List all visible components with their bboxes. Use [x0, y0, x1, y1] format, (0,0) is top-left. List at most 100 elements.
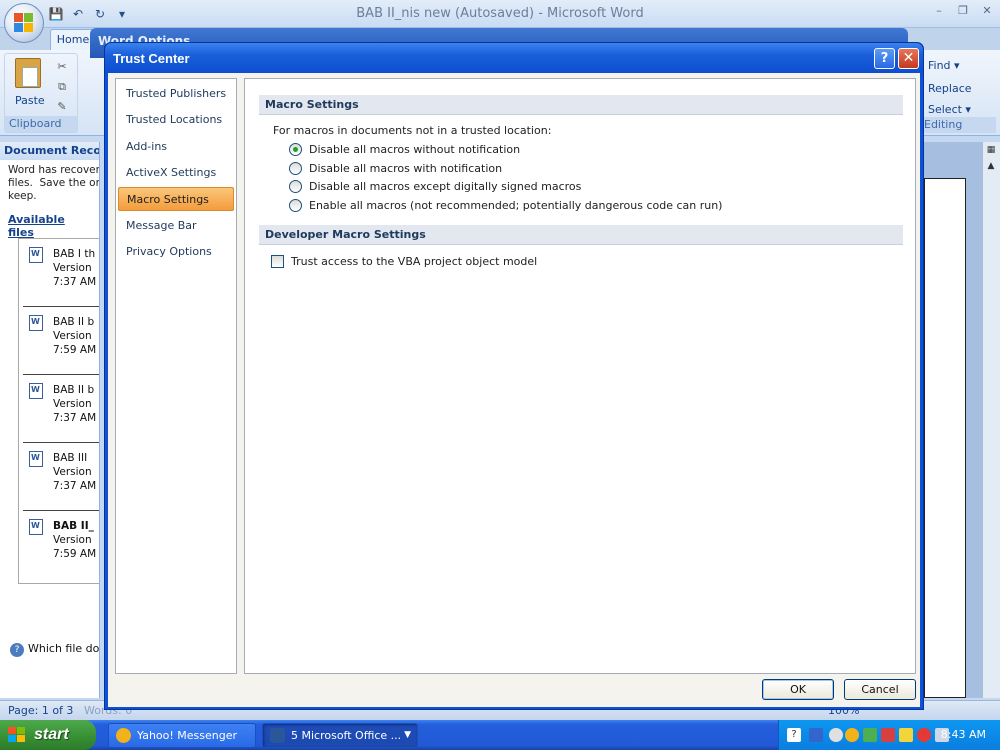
list-item[interactable]: BAB III Version 7:37 AM [23, 443, 99, 511]
task-label[interactable]: Yahoo! Messenger [137, 729, 237, 742]
format-painter-icon[interactable]: ✎ [55, 100, 69, 114]
radio-button[interactable] [289, 179, 302, 193]
word-document-icon [29, 247, 43, 263]
word-titlebar: 💾 ↶ ↻ ▾ BAB II_nis new (Autosaved) - Mic… [0, 0, 1000, 28]
radio-label[interactable]: Disable all macros except digitally sign… [309, 180, 581, 193]
list-item[interactable]: BAB II b Version 7:37 AM [23, 375, 99, 443]
start-label[interactable]: start [34, 726, 69, 743]
start-button[interactable]: start [0, 720, 96, 750]
radio-button[interactable] [289, 142, 302, 156]
file-time: 7:37 AM [53, 480, 97, 492]
file-version: Version [53, 262, 92, 274]
clipboard-small-buttons: ✂ ⧉ ✎ [55, 60, 69, 114]
ok-button[interactable]: OK [762, 679, 834, 700]
recovery-message: Word has recovered files. Save the ones … [8, 164, 100, 202]
window-title: BAB II_nis new (Autosaved) - Microsoft W… [356, 6, 644, 21]
macro-settings-heading: Macro Settings [259, 95, 903, 115]
taskbar: start Yahoo! Messenger 5 Microsoft Offic… [0, 720, 1000, 750]
trust-center-dialog: Trust Center ? ✕ Trusted Publishers Trus… [104, 42, 924, 710]
recovered-files-list: BAB I th Version 7:37 AM BAB II b Version 7:… [18, 238, 99, 584]
radio-label[interactable]: Disable all macros with notification [309, 162, 502, 175]
dialog-title: Trust Center [113, 51, 190, 66]
messenger-icon[interactable] [845, 728, 859, 742]
list-item[interactable]: BAB II_ Version 7:59 AM [23, 511, 99, 579]
cancel-button[interactable]: Cancel [844, 679, 916, 700]
network-icon[interactable] [809, 728, 823, 742]
macro-settings-panel: Macro Settings For macros in documents n… [244, 78, 916, 674]
radio-label[interactable]: Enable all macros (not recommended; pote… [309, 199, 722, 212]
radio-label[interactable]: Disable all macros without notification [309, 143, 520, 156]
list-item[interactable]: BAB I th Version 7:37 AM [23, 239, 99, 307]
macro-option-enable-all[interactable]: Enable all macros (not recommended; pote… [289, 197, 722, 213]
file-name: BAB I th [53, 248, 96, 260]
radio-button[interactable] [289, 198, 302, 212]
file-version: Version [53, 534, 92, 546]
trust-vba-label[interactable]: Trust access to the VBA project object m… [291, 255, 537, 268]
close-icon[interactable]: ✕ [898, 48, 919, 69]
file-time: 7:37 AM [53, 276, 97, 288]
clipboard-group: Paste ✂ ⧉ ✎ Clipboard [4, 53, 78, 133]
copy-icon[interactable]: ⧉ [55, 80, 69, 94]
system-tray: ? 8:43 AM [778, 720, 1000, 750]
nav-privacy-options[interactable]: Privacy Options [118, 240, 234, 264]
select-button[interactable]: Select ▾ [928, 103, 971, 116]
nav-add-ins[interactable]: Add-ins [118, 135, 234, 159]
nav-message-bar[interactable]: Message Bar [118, 214, 234, 238]
antivirus-icon[interactable] [881, 728, 895, 742]
help-icon[interactable]: ? [787, 728, 801, 742]
word-document-icon [29, 383, 43, 399]
word-icon [270, 728, 285, 743]
ruler-toggle-icon[interactable]: ▦ [983, 142, 999, 158]
paste-button-label[interactable]: Paste [15, 94, 45, 107]
document-page[interactable] [924, 178, 966, 698]
list-item[interactable]: BAB II b Version 7:59 AM [23, 307, 99, 375]
file-name: BAB II_ [53, 520, 94, 532]
trust-vba-option[interactable]: Trust access to the VBA project object m… [271, 255, 537, 268]
office-button[interactable] [4, 3, 44, 43]
task-label[interactable]: 5 Microsoft Office ... [291, 729, 401, 742]
help-link-text[interactable]: Which file do [28, 642, 99, 655]
find-button[interactable]: Find ▾ [928, 59, 960, 72]
macro-option-disable-no-notify[interactable]: Disable all macros without notification [289, 141, 520, 157]
cut-icon[interactable]: ✂ [55, 60, 69, 74]
adobe-icon[interactable] [917, 728, 931, 742]
file-time: 7:37 AM [53, 412, 97, 424]
restore-icon[interactable]: ❐ [956, 4, 970, 18]
page-count[interactable]: Page: 1 of 3 [8, 704, 73, 717]
chevron-down-icon: ▼ [404, 730, 411, 740]
file-name: BAB III [53, 452, 88, 464]
vertical-scrollbar[interactable]: ▦ ▲ [982, 142, 1000, 698]
minimize-icon[interactable]: – [932, 4, 946, 18]
file-version: Version [53, 330, 92, 342]
back-icon[interactable] [829, 728, 843, 742]
nav-trusted-publishers[interactable]: Trusted Publishers [118, 82, 234, 106]
file-version: Version [53, 466, 92, 478]
nav-activex-settings[interactable]: ActiveX Settings [118, 161, 234, 185]
trust-vba-checkbox[interactable] [271, 255, 284, 268]
recovery-help-link[interactable]: ? Which file do [10, 642, 99, 657]
taskbar-yahoo-messenger[interactable]: Yahoo! Messenger [108, 723, 256, 748]
nav-macro-settings[interactable]: Macro Settings [118, 187, 234, 211]
editing-group-label: Editing [922, 117, 996, 133]
replace-button[interactable]: Replace [928, 82, 972, 95]
nav-trusted-locations[interactable]: Trusted Locations [118, 108, 234, 132]
clipboard-group-label: Clipboard [5, 116, 77, 132]
radio-button[interactable] [289, 161, 302, 175]
macro-option-signed-only[interactable]: Disable all macros except digitally sign… [289, 178, 581, 194]
scroll-up-icon[interactable]: ▲ [983, 158, 999, 174]
security-icon[interactable] [863, 728, 877, 742]
paste-icon[interactable] [15, 58, 41, 88]
file-time: 7:59 AM [53, 548, 97, 560]
word-document-icon [29, 519, 43, 535]
macro-option-disable-with-notify[interactable]: Disable all macros with notification [289, 160, 502, 176]
clock: 8:43 AM [940, 728, 986, 741]
document-area [920, 142, 982, 698]
window-controls: – ❐ ✕ [932, 4, 994, 18]
help-icon[interactable]: ? [874, 48, 895, 69]
close-icon[interactable]: ✕ [980, 4, 994, 18]
trust-center-nav: Trusted Publishers Trusted Locations Add… [115, 78, 237, 674]
editing-group: Find ▾ Replace Select ▾ Editing [922, 53, 996, 133]
recovery-title: Document Recovery [0, 142, 99, 160]
taskbar-microsoft-office[interactable]: 5 Microsoft Office ... ▼ [262, 723, 418, 748]
warning-icon[interactable] [899, 728, 913, 742]
